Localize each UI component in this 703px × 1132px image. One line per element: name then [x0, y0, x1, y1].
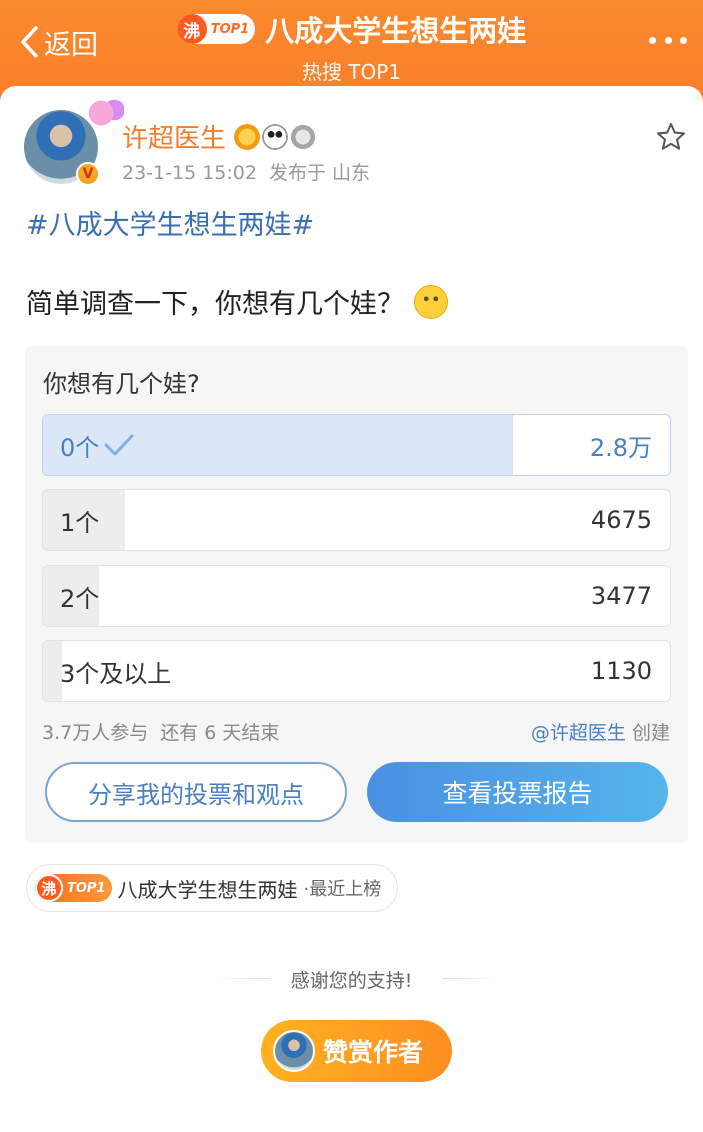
post-time: 23-1-15 15:02	[122, 162, 257, 184]
crown-badge-icon[interactable]	[234, 123, 261, 150]
page-subtitle: 热搜 TOP1	[301, 60, 402, 84]
thinking-emoji-icon	[414, 284, 448, 319]
poll-option-0[interactable]: 0个 2.8万	[42, 414, 671, 476]
favorite-star-icon[interactable]	[655, 121, 687, 153]
poll-option-3[interactable]: 3个及以上 1130	[42, 640, 671, 702]
poll-creator-suffix: 创建	[631, 722, 670, 744]
header-title-area: 沸 TOP1 八成大学生想生两娃 热搜 TOP1	[0, 8, 703, 85]
poll-question: 你想有几个娃?	[43, 370, 200, 398]
poll-option-1[interactable]: 1个 4675	[42, 489, 671, 551]
poll-option-label: 0个	[60, 433, 100, 462]
dot-icon	[649, 36, 656, 44]
poll-participants: 3.7万人参与	[42, 722, 149, 744]
poll-creator-link[interactable]: @许超医生	[531, 722, 626, 744]
boil-badge-icon: 沸	[176, 14, 207, 44]
dot-icon	[680, 36, 687, 44]
poll-option-2[interactable]: 2个 3477	[42, 565, 671, 627]
poll-option-count: 1130	[590, 657, 652, 685]
reward-author-button[interactable]: 赞赏作者	[261, 1020, 452, 1082]
dot-icon	[664, 36, 672, 44]
page-title: 八成大学生想生两娃	[265, 14, 527, 48]
post-body: 简单调查一下，你想有几个娃？	[26, 282, 448, 321]
avatar-decoration-icon	[86, 98, 124, 128]
hot-topic-suffix: ·最近上榜	[303, 879, 382, 900]
hot-topic-tag[interactable]: 沸 TOP1 八成大学生想生两娃 ·最近上榜	[26, 864, 399, 912]
poll-stats: 3.7万人参与 还有 6 天结束	[42, 718, 279, 745]
hot-topic-title: 八成大学生想生两娃	[117, 877, 298, 902]
boil-badge-icon: 沸	[35, 874, 63, 902]
more-options-button[interactable]	[649, 30, 687, 50]
reward-label: 赞赏作者	[323, 1038, 424, 1067]
author-name[interactable]: 许超医生	[122, 118, 226, 155]
poll-option-label: 2个	[60, 584, 100, 613]
poll-option-label: 1个	[60, 508, 100, 537]
poll-widget: 你想有几个娃? 0个 2.8万 1个 4675 2个 3477 3个及以上 11…	[25, 346, 688, 843]
rank-label: TOP1	[210, 21, 250, 37]
poll-option-count: 4675	[590, 506, 652, 534]
poll-option-count: 2.8万	[589, 433, 652, 462]
hot-rank-badge: 沸 TOP1	[35, 874, 112, 902]
post-meta: 23-1-15 15:02 发布于 山东	[122, 158, 370, 185]
divider-line	[443, 978, 503, 979]
medal-badge-icon[interactable]	[290, 123, 317, 150]
rank-label: TOP1	[67, 880, 106, 896]
poll-remaining: 还有 6 天结束	[160, 722, 280, 744]
poll-option-label: 3个及以上	[60, 659, 172, 688]
author-avatar-small	[273, 1030, 315, 1072]
author-name-row: 许超医生	[122, 118, 317, 155]
view-report-button[interactable]: 查看投票报告	[367, 762, 668, 822]
hot-rank-badge: 沸 TOP1	[176, 14, 256, 44]
topic-hashtag[interactable]: #八成大学生想生两娃#	[26, 203, 314, 242]
poll-option-fill	[43, 641, 62, 701]
user-badges	[234, 123, 317, 150]
post-location: 发布于 山东	[268, 162, 370, 184]
share-vote-button[interactable]: 分享我的投票和观点	[45, 762, 347, 822]
poll-option-count: 3477	[590, 582, 652, 610]
verified-badge-icon: V	[76, 162, 100, 186]
post-text: 简单调查一下，你想有几个娃？	[26, 289, 404, 320]
poll-creator: @许超医生 创建	[531, 718, 670, 745]
panda-badge-icon[interactable]	[262, 123, 289, 150]
check-icon	[104, 434, 134, 456]
thanks-text: 感谢您的支持!	[290, 970, 413, 992]
author-avatar[interactable]: V	[24, 98, 124, 186]
